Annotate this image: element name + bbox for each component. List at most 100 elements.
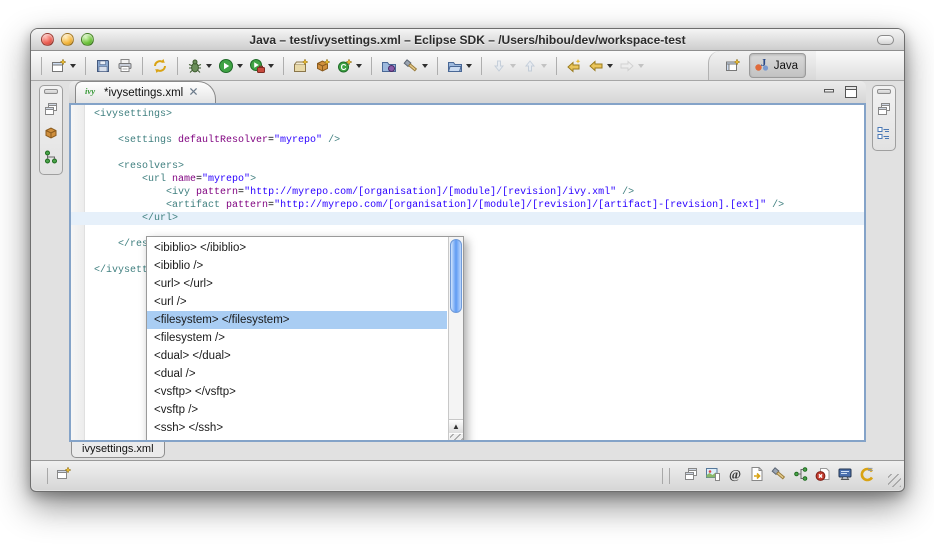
ivy-resolve-button[interactable] (150, 54, 170, 78)
progress-view-button[interactable] (857, 464, 877, 487)
open-type-button[interactable] (379, 54, 399, 78)
dropdown-arrow-icon[interactable] (206, 64, 212, 68)
open-resource-button[interactable] (445, 54, 474, 78)
restore-views-button[interactable] (681, 464, 701, 487)
java-perspective-button[interactable]: J Java (749, 53, 806, 78)
package-explorer-view-button[interactable] (41, 123, 61, 146)
search-button[interactable] (401, 54, 430, 78)
dropdown-arrow-icon[interactable] (268, 64, 274, 68)
editor-tab-ivysettings[interactable]: ivy *ivysettings.xml (75, 81, 216, 103)
bottom-fast-view-tray: @ (663, 464, 878, 487)
fast-view-add-button[interactable] (54, 464, 74, 487)
javadoc-view-button[interactable]: @ (725, 464, 745, 487)
new-class-button[interactable]: C (335, 54, 364, 78)
toolbar-separator (177, 57, 178, 75)
code-line (86, 147, 864, 160)
code-line: <url name="myrepo"> (86, 173, 864, 186)
close-window-button[interactable] (41, 33, 54, 46)
scroll-up-button[interactable]: ▲ (449, 420, 463, 433)
console-view-icon (837, 466, 853, 482)
editor-page-tabs: ivysettings.xml (69, 442, 866, 460)
window-resize-grip[interactable] (888, 474, 901, 487)
ivy-report-view-button[interactable] (703, 464, 723, 487)
run-external-button[interactable] (247, 54, 276, 78)
new-wizard-button[interactable] (49, 54, 78, 78)
dropdown-arrow-icon[interactable] (70, 64, 76, 68)
forward-button[interactable] (617, 54, 646, 78)
workbench-area: ivy *ivysettings.xml <ivysettings> <sett… (31, 81, 904, 460)
toolbar-separator (481, 57, 482, 75)
autocomplete-item[interactable]: <vsftp> </vsftp> (147, 383, 447, 401)
minimize-window-button[interactable] (61, 33, 74, 46)
new-package-icon (315, 58, 331, 74)
view-stack-handle[interactable] (44, 89, 58, 94)
toolbar-button-groups: C (35, 51, 647, 80)
prev-annotation-button[interactable] (520, 54, 549, 78)
hierarchy-view-button[interactable] (791, 464, 811, 487)
autocomplete-item[interactable]: <ibiblio> </ibiblio> (147, 239, 447, 257)
print-button[interactable] (115, 54, 135, 78)
search-view-icon (771, 466, 787, 482)
autocomplete-item[interactable]: <url> </url> (147, 275, 447, 293)
source-page-tab[interactable]: ivysettings.xml (71, 442, 165, 458)
open-type-icon (381, 58, 397, 74)
new-java-project-button[interactable] (291, 54, 311, 78)
save-button[interactable] (93, 54, 113, 78)
annotation-ruler[interactable] (71, 105, 85, 440)
popup-resize-grip[interactable] (450, 434, 463, 442)
autocomplete-scrollbar[interactable]: ▲ ▼ (448, 237, 463, 442)
search-view-button[interactable] (769, 464, 789, 487)
status-trim-bar: @ (31, 460, 904, 490)
autocomplete-item[interactable]: <dual /> (147, 365, 447, 383)
next-annotation-button[interactable] (489, 54, 518, 78)
maximize-editor-button[interactable] (843, 84, 858, 99)
autocomplete-item[interactable]: <dual> </dual> (147, 347, 447, 365)
dropdown-arrow-icon[interactable] (466, 64, 472, 68)
dropdown-arrow-icon[interactable] (510, 64, 516, 68)
restore-views-icon (683, 466, 699, 482)
title-bar[interactable]: Java – test/ivysettings.xml – Eclipse SD… (31, 29, 904, 51)
restore-views-icon (43, 101, 59, 117)
outline-view-icon (876, 125, 892, 141)
debug-button[interactable] (185, 54, 214, 78)
dropdown-arrow-icon[interactable] (422, 64, 428, 68)
back-icon (588, 58, 604, 74)
hierarchy-view-icon (793, 466, 809, 482)
restore-views-button[interactable] (41, 99, 61, 122)
toolbar-toggle-lozenge[interactable] (877, 35, 894, 45)
xml-editor[interactable]: <ivysettings> <settings defaultResolver=… (69, 103, 866, 442)
dropdown-arrow-icon[interactable] (607, 64, 613, 68)
main-toolbar: C J Java (31, 51, 904, 81)
editor-tab-label: *ivysettings.xml (104, 87, 183, 99)
open-perspective-button[interactable] (723, 56, 743, 76)
autocomplete-item[interactable]: <filesystem> </filesystem> (147, 311, 447, 329)
problems-view-button[interactable] (813, 464, 833, 487)
autocomplete-item[interactable]: <url /> (147, 293, 447, 311)
view-stack-handle[interactable] (877, 89, 891, 94)
declaration-view-button[interactable] (747, 464, 767, 487)
last-edit-location-button[interactable] (564, 54, 584, 78)
autocomplete-list: <ibiblio> </ibiblio><ibiblio /><url> </u… (147, 239, 447, 442)
autocomplete-item[interactable]: <vsftp /> (147, 401, 447, 419)
console-view-button[interactable] (835, 464, 855, 487)
scrollbar-thumb[interactable] (450, 239, 462, 313)
autocomplete-item[interactable]: <ibiblio /> (147, 257, 447, 275)
autocomplete-item[interactable]: <filesystem /> (147, 329, 447, 347)
outline-view-button[interactable] (874, 123, 894, 146)
save-icon (95, 58, 111, 74)
new-package-button[interactable] (313, 54, 333, 78)
minimize-editor-button[interactable] (822, 84, 837, 99)
dropdown-arrow-icon[interactable] (638, 64, 644, 68)
type-hierarchy-view-button[interactable] (41, 147, 61, 170)
restore-views-button[interactable] (874, 99, 894, 122)
dropdown-arrow-icon[interactable] (356, 64, 362, 68)
next-annotation-icon (491, 58, 507, 74)
zoom-window-button[interactable] (81, 33, 94, 46)
run-button[interactable] (216, 54, 245, 78)
ivy-resolve-icon (152, 58, 168, 74)
minimize-editor-icon (822, 84, 838, 100)
dropdown-arrow-icon[interactable] (541, 64, 547, 68)
back-button[interactable] (586, 54, 615, 78)
dropdown-arrow-icon[interactable] (237, 64, 243, 68)
autocomplete-item[interactable]: <ssh> </ssh> (147, 419, 447, 437)
